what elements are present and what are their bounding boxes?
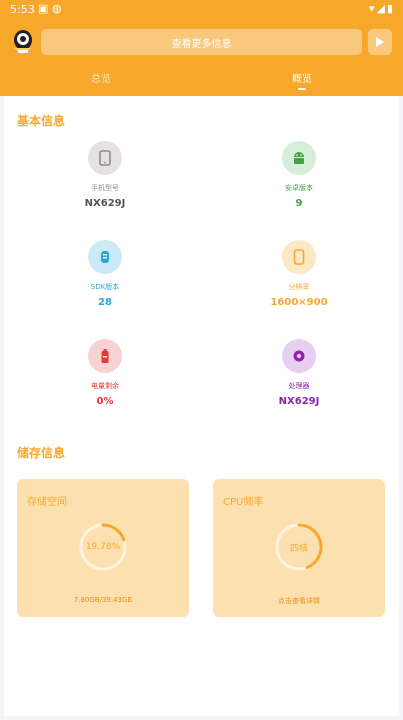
info-item-processor[interactable]: 处理器 NX629J bbox=[239, 339, 359, 407]
status-right-icons: ▾◢▮ bbox=[369, 2, 395, 15]
app-logo-icon[interactable] bbox=[10, 28, 36, 54]
tab-summary[interactable]: 概览 bbox=[292, 70, 312, 85]
card-title: 存储空间 bbox=[27, 497, 67, 508]
screen-icon bbox=[282, 240, 316, 274]
main-content: 基本信息 手机型号 NX629J 安卓版本 9 SDK版本 28 分辨率 160… bbox=[4, 96, 399, 716]
app-notification-icon: ◍ bbox=[52, 2, 62, 15]
card-title: CPU频率 bbox=[223, 497, 264, 508]
info-item-android-version[interactable]: 安卓版本 9 bbox=[239, 141, 359, 209]
info-label: 电量剩余 bbox=[91, 382, 119, 390]
info-label: 手机型号 bbox=[91, 184, 119, 192]
android-icon bbox=[282, 141, 316, 175]
info-label: SDK版本 bbox=[90, 283, 120, 291]
info-value: NX629J bbox=[278, 396, 320, 407]
info-label: 安卓版本 bbox=[285, 184, 313, 192]
tab-indicator bbox=[298, 88, 306, 90]
cpu-frequency-card[interactable]: CPU频率 四核 点击查看详情 bbox=[213, 479, 385, 617]
basic-info-title: 基本信息 bbox=[17, 114, 66, 128]
info-label: 处理器 bbox=[288, 382, 310, 390]
battery-icon bbox=[88, 339, 122, 373]
search-bar-button[interactable]: 查看更多信息 bbox=[41, 29, 362, 55]
phone-icon bbox=[88, 141, 122, 175]
info-item-sdk-version[interactable]: SDK版本 28 bbox=[45, 240, 165, 308]
app-header: 5:53 ▣ ◍ ▾◢▮ 查看更多信息 总览 概览 bbox=[0, 0, 403, 96]
battery-status-icon: ▮ bbox=[386, 2, 395, 15]
tab-overview[interactable]: 总览 bbox=[91, 70, 111, 85]
info-label: 分辨率 bbox=[288, 283, 310, 291]
cpu-core-label: 四核 bbox=[289, 543, 308, 554]
info-value: 28 bbox=[98, 297, 112, 308]
play-button[interactable] bbox=[368, 29, 392, 55]
info-value: NX629J bbox=[84, 198, 126, 209]
storage-usage-text: 7.80GB/39.43GB bbox=[73, 596, 133, 604]
sdk-icon bbox=[88, 240, 122, 274]
notification-icon: ▣ bbox=[38, 2, 49, 15]
storage-space-card[interactable]: 存储空间 19.78% 7.80GB/39.43GB bbox=[17, 479, 189, 617]
cpu-icon bbox=[282, 339, 316, 373]
signal-icon: ◢ bbox=[376, 2, 387, 15]
info-item-phone-model[interactable]: 手机型号 NX629J bbox=[45, 141, 165, 209]
status-time: 5:53 bbox=[10, 3, 35, 16]
cpu-details-link[interactable]: 点击查看详情 bbox=[213, 596, 385, 606]
status-bar: 5:53 ▣ ◍ ▾◢▮ bbox=[0, 0, 403, 20]
info-item-resolution[interactable]: 分辨率 1600×900 bbox=[239, 240, 359, 308]
info-value: 9 bbox=[295, 198, 303, 209]
info-value: 0% bbox=[96, 396, 114, 407]
info-item-battery[interactable]: 电量剩余 0% bbox=[45, 339, 165, 407]
play-icon bbox=[376, 37, 384, 47]
info-value: 1600×900 bbox=[270, 297, 328, 308]
storage-percent: 19.78% bbox=[85, 542, 121, 552]
storage-info-title: 储存信息 bbox=[17, 446, 66, 460]
